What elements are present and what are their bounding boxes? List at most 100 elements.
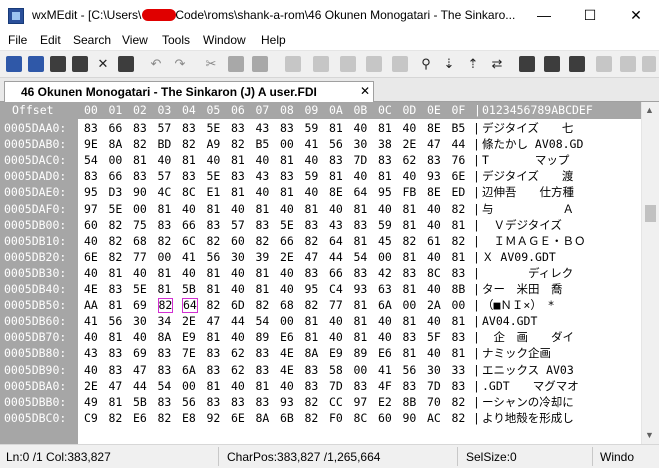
hex-byte[interactable]: 39 [256, 249, 270, 265]
hex-byte[interactable]: E6 [280, 329, 294, 345]
hex-row[interactable]: 0005DB20: 6E 82 77 00 41 56 30 39 2E 47 44 54 00 81 40 8… [0, 249, 641, 265]
hex-byte[interactable]: 81 [354, 201, 368, 217]
hex-byte[interactable]: CC [329, 394, 343, 410]
hex-byte[interactable]: 82 [403, 233, 417, 249]
hex-byte[interactable]: 81 [133, 152, 147, 168]
goto-icon[interactable] [519, 56, 535, 72]
hex-byte[interactable]: 81 [207, 281, 221, 297]
hex-byte[interactable]: 8E [329, 184, 343, 200]
hex-byte[interactable]: 81 [452, 313, 466, 329]
hex-byte[interactable]: 83 [182, 120, 196, 136]
hex-byte[interactable]: 83 [133, 120, 147, 136]
hex-byte[interactable]: 54 [354, 249, 368, 265]
hex-byte[interactable]: 95 [305, 281, 319, 297]
hex-byte[interactable]: 81 [329, 120, 343, 136]
menu-tools[interactable]: Tools [162, 33, 190, 47]
hex-byte[interactable]: 38 [378, 136, 392, 152]
hex-byte[interactable]: 47 [305, 249, 319, 265]
hex-byte[interactable]: E9 [329, 345, 343, 361]
hex-byte[interactable]: 81 [158, 265, 172, 281]
hex-byte[interactable]: 2E [182, 313, 196, 329]
hex-byte[interactable]: 40 [427, 313, 441, 329]
hex-byte[interactable]: 59 [378, 217, 392, 233]
hex-byte[interactable]: 83 [256, 394, 270, 410]
hex-byte[interactable]: 00 [280, 136, 294, 152]
hex-byte[interactable]: 8C [427, 265, 441, 281]
hex-byte[interactable]: 81 [403, 313, 417, 329]
hex-byte[interactable]: 8E [427, 184, 441, 200]
hex-byte[interactable]: 83 [305, 362, 319, 378]
hex-byte[interactable]: 8A [305, 345, 319, 361]
hex-byte[interactable]: 43 [256, 168, 270, 184]
hex-byte[interactable]: 5B [133, 394, 147, 410]
find-icon[interactable]: ⚲ [418, 56, 434, 72]
hex-byte[interactable]: 69 [133, 345, 147, 361]
hex-byte[interactable]: 83 [158, 394, 172, 410]
hex-byte[interactable]: BD [158, 136, 172, 152]
wrap-icon[interactable] [366, 56, 382, 72]
row-text[interactable]: より地殻を形成し [482, 410, 574, 426]
hex-byte[interactable]: 83 [109, 345, 123, 361]
hex-byte[interactable]: 81 [256, 265, 270, 281]
hex-byte[interactable]: B5 [256, 136, 270, 152]
row-text[interactable]: Ｖデジタイズ [482, 217, 561, 233]
hex-byte[interactable]: 40 [84, 265, 98, 281]
hex-byte[interactable]: 68 [280, 297, 294, 313]
hex-byte[interactable]: 40 [182, 201, 196, 217]
hex-byte[interactable]: 00 [133, 201, 147, 217]
hex-byte[interactable]: 41 [182, 249, 196, 265]
hex-byte[interactable]: 40 [427, 217, 441, 233]
hex-byte[interactable]: E8 [182, 410, 196, 426]
hex-byte[interactable]: 95 [84, 184, 98, 200]
hex-byte[interactable]: 57 [158, 120, 172, 136]
encoding-icon[interactable] [596, 56, 612, 72]
about-icon[interactable] [642, 56, 656, 72]
new-file-icon[interactable] [6, 56, 22, 72]
hex-byte[interactable]: 83 [354, 378, 368, 394]
text-mode-icon[interactable] [340, 56, 356, 72]
menu-search[interactable]: Search [73, 33, 111, 47]
row-text[interactable]: 辺伸吾 仕方種 [482, 184, 574, 200]
minimize-button[interactable]: — [521, 0, 567, 30]
hex-byte[interactable]: 40 [280, 265, 294, 281]
scroll-up-icon[interactable]: ▲ [645, 105, 654, 115]
hex-byte[interactable]: 89 [354, 345, 368, 361]
menu-window[interactable]: Window [203, 33, 246, 47]
hex-byte[interactable]: 83 [109, 362, 123, 378]
hex-byte[interactable]: 83 [207, 217, 221, 233]
hex-byte[interactable]: 83 [158, 217, 172, 233]
row-text[interactable]: （■ＮＩ×） * [482, 297, 555, 313]
hex-byte[interactable]: 83 [182, 168, 196, 184]
hex-row[interactable]: 0005DB60: 41 56 30 34 2E 47 44 54 00 81 40 81 40 81 40 8… [0, 313, 641, 329]
hex-byte[interactable]: 5E [280, 217, 294, 233]
hex-byte[interactable]: 43 [84, 345, 98, 361]
hex-byte[interactable]: 62 [231, 362, 245, 378]
hex-byte[interactable]: 82 [305, 233, 319, 249]
hex-byte[interactable]: 00 [109, 152, 123, 168]
row-text[interactable]: 与 Ａ [482, 201, 574, 217]
hex-byte[interactable]: 40 [182, 265, 196, 281]
hex-byte[interactable]: 81 [305, 329, 319, 345]
hex-byte[interactable]: 82 [256, 233, 270, 249]
hex-byte[interactable]: 81 [354, 233, 368, 249]
hex-byte[interactable]: 60 [231, 233, 245, 249]
hex-byte[interactable]: 44 [329, 249, 343, 265]
menu-edit[interactable]: Edit [40, 33, 61, 47]
hex-byte[interactable]: 2A [427, 297, 441, 313]
close-all-icon[interactable] [118, 56, 134, 72]
undo-icon[interactable]: ↶ [148, 56, 164, 72]
hex-byte[interactable]: 82 [305, 297, 319, 313]
hex-byte[interactable]: 77 [329, 297, 343, 313]
hex-byte[interactable]: 81 [182, 152, 196, 168]
hex-byte[interactable]: 81 [305, 201, 319, 217]
hex-byte[interactable]: 40 [133, 329, 147, 345]
hex-byte[interactable]: 2E [403, 136, 417, 152]
hex-byte[interactable]: 82 [452, 233, 466, 249]
hex-byte[interactable]: 30 [354, 136, 368, 152]
hex-byte[interactable]: 56 [109, 313, 123, 329]
hex-byte[interactable]: C9 [84, 410, 98, 426]
paste-icon[interactable] [252, 56, 268, 72]
hex-byte[interactable]: A9 [207, 136, 221, 152]
hex-byte[interactable]: 83 [207, 345, 221, 361]
hex-byte[interactable]: 81 [158, 201, 172, 217]
